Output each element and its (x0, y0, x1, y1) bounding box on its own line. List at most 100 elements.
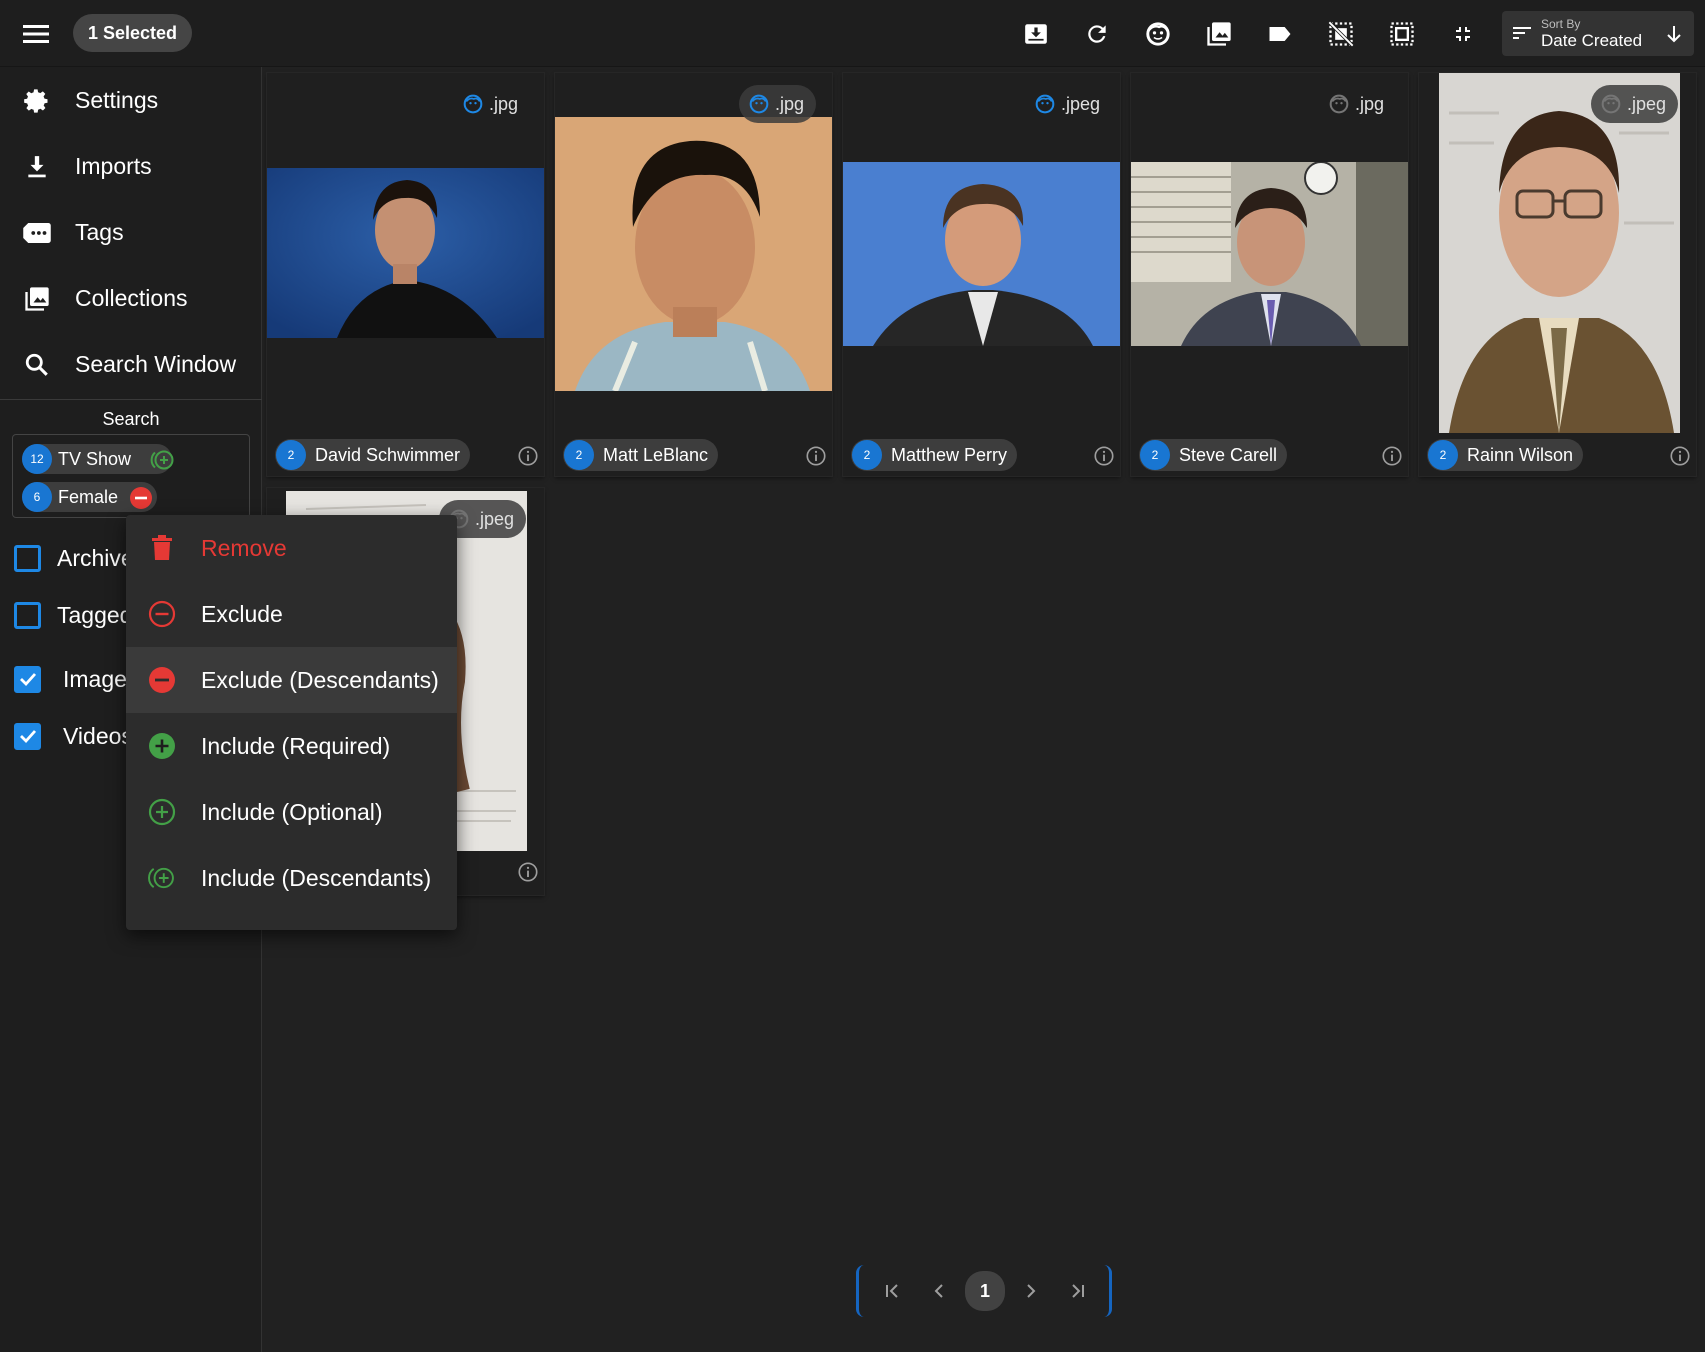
minus-circle-filled-icon (148, 666, 176, 694)
person-tag-chip[interactable]: 2 Matt LeBlanc (563, 439, 719, 471)
refresh-icon[interactable] (1077, 14, 1117, 54)
search-icon (22, 350, 52, 380)
info-icon[interactable] (805, 445, 827, 467)
selection-count-chip[interactable]: 1 Selected (73, 14, 193, 52)
sidebar-item-settings[interactable]: Settings (0, 70, 262, 130)
tag-count: 2 (1140, 440, 1170, 470)
sidebar-item-search-window[interactable]: Search Window (0, 334, 262, 394)
last-page-icon[interactable] (1059, 1273, 1095, 1309)
page-number-current[interactable]: 1 (965, 1271, 1005, 1311)
sidebar-item-label: Imports (75, 152, 152, 179)
extension-text: .jpg (775, 93, 805, 114)
filter-images[interactable]: Images (14, 663, 138, 695)
menu-item-exclude-descendants[interactable]: Exclude (Descendants) (126, 647, 457, 713)
first-page-icon[interactable] (875, 1273, 911, 1309)
person-tag-chip[interactable]: 2 Matthew Perry (851, 439, 1018, 471)
info-icon[interactable] (1093, 445, 1115, 467)
menu-item-include-descendants[interactable]: Include (Descendants) (126, 845, 457, 911)
thumbnail-image[interactable] (1131, 162, 1408, 346)
select-all-icon[interactable] (1382, 14, 1422, 54)
search-section-title: Search (102, 409, 160, 429)
previous-page-icon[interactable] (921, 1273, 957, 1309)
thumbnail-image[interactable] (843, 162, 1120, 346)
sidebar-item-imports[interactable]: Imports (0, 136, 262, 196)
person-tag-chip[interactable]: 2 David Schwimmer (275, 439, 471, 471)
arrow-down-icon[interactable] (1665, 24, 1683, 49)
menu-item-include-required[interactable]: Include (Required) (126, 713, 457, 779)
tag-name: Matt LeBlanc (603, 444, 709, 465)
extension-text: .jpg (489, 93, 519, 114)
sort-select-value: Date Created (1541, 31, 1643, 50)
menu-item-label: Include (Optional) (201, 798, 383, 825)
file-extension-badge: .jpeg (1025, 85, 1112, 123)
search-tag-chip[interactable]: 12 TV Show (22, 444, 174, 474)
filter-archive[interactable]: Archive (14, 542, 134, 574)
checkbox-images[interactable] (14, 665, 41, 693)
media-card[interactable]: .jpeg 2 Rainn Wilson (1419, 73, 1696, 476)
info-icon[interactable] (1669, 445, 1691, 467)
search-tag-box[interactable]: 12 TV Show 6 Female (12, 434, 250, 518)
menu-item-exclude[interactable]: Exclude (126, 581, 457, 647)
file-extension-badge: .jpg (739, 85, 817, 123)
top-toolbar: 1 Selected Sort By Date Created (0, 0, 1705, 67)
info-icon[interactable] (517, 861, 539, 883)
collapse-icon[interactable] (1443, 14, 1483, 54)
check-icon (19, 673, 36, 687)
filter-label: Archive (57, 544, 134, 571)
image-collection-icon[interactable] (1199, 14, 1239, 54)
person-tag-chip[interactable]: 2 Steve Carell (1139, 439, 1288, 471)
sidebar-item-collections[interactable]: Collections (0, 268, 262, 328)
person-tag-chip[interactable]: 2 Rainn Wilson (1427, 439, 1584, 471)
plus-circle-filled-icon (148, 732, 176, 760)
thumbnail-image[interactable] (267, 168, 544, 338)
file-extension-badge: .jpeg (1591, 85, 1679, 123)
deselect-icon[interactable] (1321, 14, 1361, 54)
file-extension-badge: .jpg (453, 85, 530, 123)
hamburger-menu-icon[interactable] (19, 18, 53, 50)
tag-count: 6 (22, 482, 52, 512)
thumbnail-image[interactable] (1439, 73, 1680, 433)
media-card[interactable]: .jpeg 2 Matthew Perry (843, 73, 1120, 476)
minus-circle-outline-icon (148, 600, 176, 628)
face-icon (1035, 94, 1055, 114)
menu-item-label: Remove (201, 534, 287, 561)
menu-item-include-optional[interactable]: Include (Optional) (126, 779, 457, 845)
extension-text: .jpeg (475, 508, 515, 529)
face-icon (1329, 94, 1349, 114)
sort-select-label: Sort By (1541, 17, 1581, 31)
menu-item-remove[interactable]: Remove (126, 515, 457, 581)
media-card[interactable]: .jpg 2 Matt LeBlanc (555, 73, 832, 476)
checkbox-tagged[interactable] (14, 601, 41, 629)
checkbox-videos[interactable] (14, 722, 41, 750)
filter-tagged[interactable]: Tagged (14, 599, 132, 631)
info-icon[interactable] (1381, 445, 1403, 467)
archive-icon[interactable] (1016, 14, 1056, 54)
info-icon[interactable] (517, 445, 539, 467)
include-descendants-icon[interactable] (150, 448, 174, 472)
sidebar-item-label: Tags (75, 218, 124, 245)
exclude-descendants-icon[interactable] (129, 486, 153, 510)
sidebar-item-tags[interactable]: Tags (0, 202, 262, 262)
media-card[interactable]: .jpg 2 David Schwimmer (267, 73, 544, 476)
download-icon (22, 152, 52, 182)
menu-item-label: Exclude (Descendants) (201, 666, 439, 693)
label-icon[interactable] (1260, 14, 1300, 54)
media-card[interactable]: .jpg 2 Steve Carell (1131, 73, 1408, 476)
tag-name: Matthew Perry (891, 444, 1008, 465)
checkbox-archive[interactable] (14, 544, 41, 572)
face-icon (749, 94, 769, 114)
check-icon (19, 730, 36, 744)
extension-text: .jpg (1355, 93, 1385, 114)
face-detect-icon[interactable] (1138, 14, 1178, 54)
tag-count: 12 (22, 444, 52, 474)
search-tag-chip[interactable]: 6 Female (22, 482, 157, 512)
thumbnail-image[interactable] (555, 117, 832, 391)
plus-circle-descendants-icon (148, 864, 176, 892)
filter-label: Videos (63, 722, 133, 749)
menu-item-label: Include (Required) (201, 732, 391, 759)
next-page-icon[interactable] (1013, 1273, 1049, 1309)
gear-icon (22, 86, 52, 116)
sort-select[interactable]: Sort By Date Created (1502, 11, 1694, 56)
tag-name: TV Show (58, 448, 132, 469)
filter-videos[interactable]: Videos (14, 720, 133, 752)
